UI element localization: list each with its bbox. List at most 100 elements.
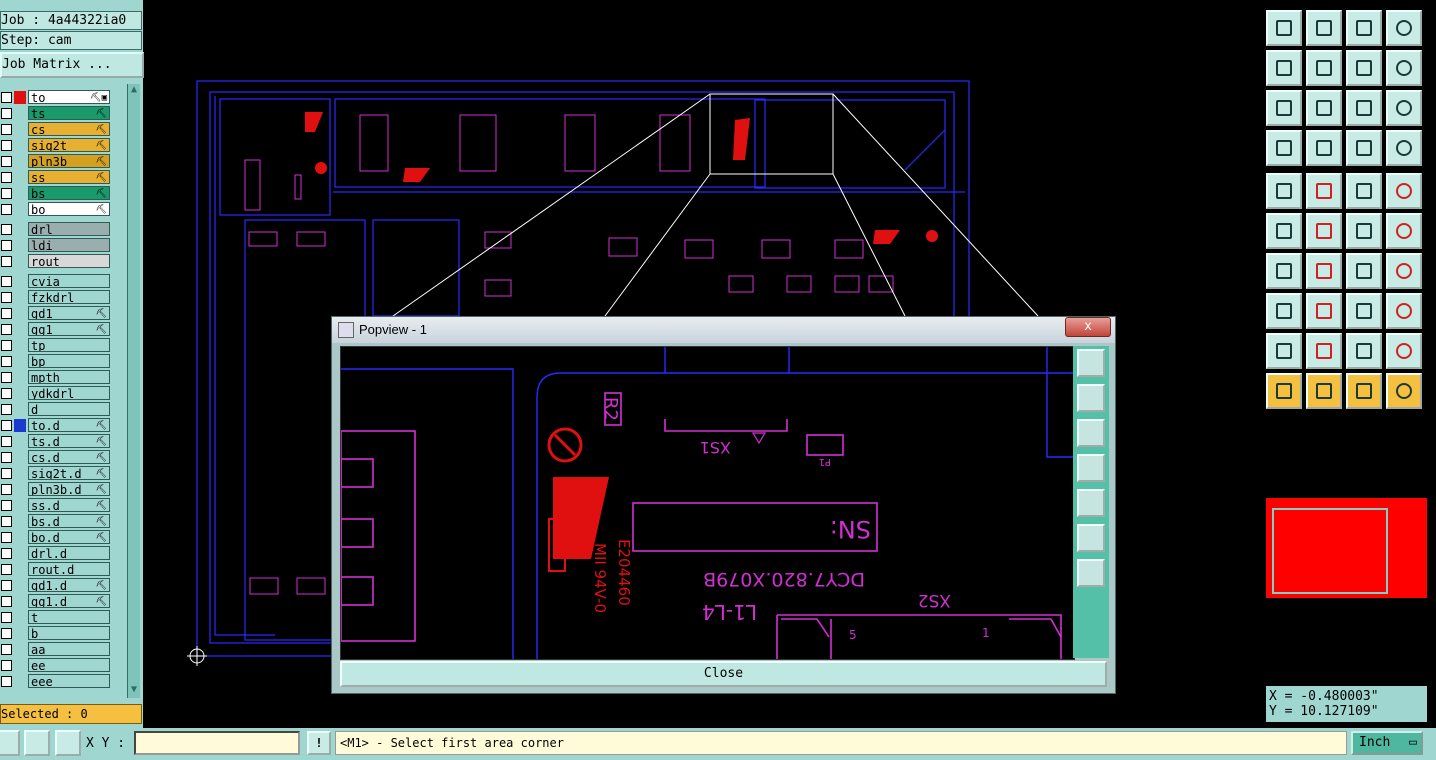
- minimap-viewport[interactable]: [1272, 508, 1388, 594]
- copy-icon[interactable]: [1386, 213, 1422, 249]
- layer-checkbox[interactable]: [1, 628, 12, 639]
- layer-name[interactable]: sig2t.d ⛏: [28, 466, 110, 480]
- layer-row[interactable]: sig2t ⛏: [0, 138, 117, 153]
- layer-checkbox[interactable]: [1, 204, 12, 215]
- scroll-down-icon[interactable]: ▼: [128, 684, 140, 696]
- layer-checkbox[interactable]: [1, 500, 12, 511]
- scroll-up-icon[interactable]: ▲: [128, 84, 140, 96]
- layer-color-swatch[interactable]: [14, 371, 26, 384]
- layer-row[interactable]: bp: [0, 354, 117, 369]
- layer-color-swatch[interactable]: [14, 451, 26, 464]
- pad-icon[interactable]: [1386, 173, 1422, 209]
- layer-color-swatch[interactable]: [14, 291, 26, 304]
- layer-row[interactable]: drl.d: [0, 546, 117, 561]
- layer-name[interactable]: gg1 ⛏: [28, 322, 110, 336]
- layer-color-swatch[interactable]: [14, 659, 26, 672]
- layer-name[interactable]: b: [28, 626, 110, 640]
- layer-checkbox[interactable]: [1, 676, 12, 687]
- layer-row[interactable]: d: [0, 402, 117, 417]
- layer-checkbox[interactable]: [1, 516, 12, 527]
- window-icon[interactable]: [1386, 10, 1422, 46]
- layer-color-swatch[interactable]: [14, 107, 26, 120]
- pan-down-icon[interactable]: [1077, 419, 1105, 447]
- layer-checkbox[interactable]: [1, 452, 12, 463]
- angle-icon[interactable]: [1266, 253, 1302, 289]
- layer-name[interactable]: tp: [28, 338, 110, 352]
- layer-checkbox[interactable]: [1, 372, 12, 383]
- layer-checkbox[interactable]: [1, 188, 12, 199]
- layer-row[interactable]: to.d ⛏: [0, 418, 117, 433]
- pan-up-icon[interactable]: [1077, 384, 1105, 412]
- zoom-in-icon[interactable]: [1077, 524, 1105, 552]
- layer-row[interactable]: b: [0, 626, 117, 641]
- layer-name[interactable]: gd1 ⛏: [28, 306, 110, 320]
- popview-close-button[interactable]: Close: [340, 661, 1107, 687]
- layer-checkbox[interactable]: [1, 340, 12, 351]
- overview-minimap[interactable]: [1266, 420, 1427, 678]
- arrow-up-red-icon[interactable]: [1306, 333, 1342, 369]
- layer-color-swatch[interactable]: [14, 643, 26, 656]
- layer-row[interactable]: fzkdrl: [0, 290, 117, 305]
- layer-row[interactable]: cs ⛏: [0, 122, 117, 137]
- layer-color-swatch[interactable]: [14, 563, 26, 576]
- arrow-up-blue-icon[interactable]: [1346, 333, 1382, 369]
- pointer-icon[interactable]: [1266, 373, 1302, 409]
- layer-row[interactable]: pln3b ⛏: [0, 154, 117, 169]
- layer-row[interactable]: aa: [0, 642, 117, 657]
- layer-name[interactable]: fzkdrl: [28, 290, 110, 304]
- warning-icon[interactable]: !: [307, 731, 331, 755]
- measure-blue-icon[interactable]: [1386, 130, 1422, 166]
- layer-color-swatch[interactable]: [14, 339, 26, 352]
- layer-name[interactable]: pln3b ⛏: [28, 154, 110, 168]
- layer-name[interactable]: to.d ⛏: [28, 418, 110, 432]
- triangle-red-icon[interactable]: [1266, 333, 1302, 369]
- layer-color-swatch[interactable]: [14, 155, 26, 168]
- layer-checkbox[interactable]: [1, 484, 12, 495]
- open-icon[interactable]: [1266, 10, 1302, 46]
- layer-color-swatch[interactable]: [14, 499, 26, 512]
- layer-color-swatch[interactable]: [14, 139, 26, 152]
- layer-row[interactable]: bs.d ⛏: [0, 514, 117, 529]
- layer-name[interactable]: pln3b.d ⛏: [28, 482, 110, 496]
- layer-color-swatch[interactable]: [14, 123, 26, 136]
- layer-color-swatch[interactable]: [14, 91, 26, 104]
- layer-checkbox[interactable]: [1, 404, 12, 415]
- resize-icon[interactable]: [1346, 293, 1382, 329]
- layer-checkbox[interactable]: [1, 564, 12, 575]
- layer-row[interactable]: ydkdrl: [0, 386, 117, 401]
- connect-icon[interactable]: [1266, 213, 1302, 249]
- layer-row[interactable]: ts ⛏: [0, 106, 117, 121]
- layer-checkbox[interactable]: [1, 256, 12, 267]
- layer-row[interactable]: cvia: [0, 274, 117, 289]
- layer-checkbox[interactable]: [1, 224, 12, 235]
- layer-row[interactable]: sig2t.d ⛏: [0, 466, 117, 481]
- layer-name[interactable]: gd1.d ⛏: [28, 578, 110, 592]
- popview-zoom-view[interactable]: XS1 P1 SN: DCY7.820.X079B L1-L4 XS2 R2 5…: [340, 346, 1075, 660]
- layer-name[interactable]: ss.d ⛏: [28, 498, 110, 512]
- layer-row[interactable]: gd1 ⛏: [0, 306, 117, 321]
- layer-checkbox[interactable]: [1, 240, 12, 251]
- layer-checkbox[interactable]: [1, 420, 12, 431]
- layer-name[interactable]: ydkdrl: [28, 386, 110, 400]
- layer-row[interactable]: ss.d ⛏: [0, 498, 117, 513]
- layer-row[interactable]: ee: [0, 658, 117, 673]
- layer-checkbox[interactable]: [1, 532, 12, 543]
- layer-row[interactable]: gg1 ⛏: [0, 322, 117, 337]
- select-point-icon[interactable]: [1266, 173, 1302, 209]
- rotate-icon[interactable]: [1346, 253, 1382, 289]
- zoom-fit-icon[interactable]: [1266, 90, 1302, 126]
- layer-row[interactable]: bo.d ⛏: [0, 530, 117, 545]
- arrow-both-icon[interactable]: [1386, 333, 1422, 369]
- layer-list-scrollbar[interactable]: ▲ ▼: [127, 84, 140, 698]
- layer-row[interactable]: drl: [0, 222, 117, 237]
- layer-name[interactable]: to ⛏▣: [28, 90, 110, 104]
- snap-icon[interactable]: [24, 730, 50, 756]
- layer-checkbox[interactable]: [1, 468, 12, 479]
- layer-name[interactable]: t: [28, 610, 110, 624]
- layer-name[interactable]: cvia: [28, 274, 110, 288]
- layer-name[interactable]: ee: [28, 658, 110, 672]
- layer-color-swatch[interactable]: [14, 387, 26, 400]
- delete-icon[interactable]: [1306, 213, 1342, 249]
- layer-color-swatch[interactable]: [14, 579, 26, 592]
- layer-row[interactable]: pln3b.d ⛏: [0, 482, 117, 497]
